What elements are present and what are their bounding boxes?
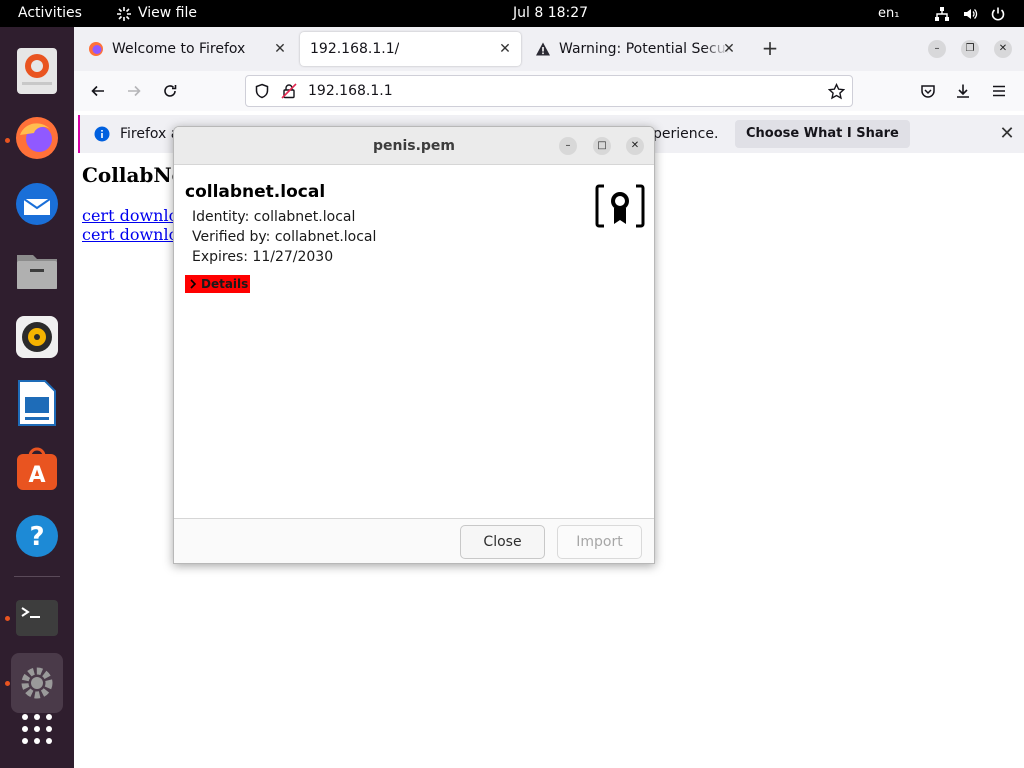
- cert-download-link[interactable]: cert downlo: [82, 206, 178, 225]
- tab-router[interactable]: 192.168.1.1/ ✕: [300, 32, 521, 66]
- hamburger-menu-icon: [993, 85, 1005, 97]
- details-label: Details: [201, 277, 249, 291]
- insecure-connection-icon[interactable]: [281, 83, 297, 99]
- network-icon[interactable]: [934, 5, 950, 21]
- certificate-icon: [595, 184, 645, 228]
- power-icon[interactable]: [990, 5, 1006, 21]
- certificate-verified-by: Verified by: collabnet.local: [192, 229, 377, 245]
- terminal-icon[interactable]: [11, 592, 63, 644]
- libreoffice-writer-icon[interactable]: [11, 377, 63, 429]
- choose-what-i-share-button[interactable]: Choose What I Share: [735, 120, 910, 148]
- forward-arrow-icon: [128, 85, 141, 97]
- details-expander[interactable]: Details: [185, 275, 251, 293]
- navigation-toolbar: 192.168.1.1: [74, 71, 1024, 111]
- page-heading: CollabNe: [82, 163, 185, 187]
- svg-text:A: A: [28, 463, 45, 488]
- address-bar[interactable]: 192.168.1.1: [245, 75, 853, 107]
- running-indicator: [5, 138, 10, 143]
- back-button[interactable]: [88, 81, 108, 101]
- tab-label: Warning: Potential Securi: [559, 41, 729, 57]
- app-menu-button[interactable]: [989, 81, 1009, 101]
- tab-security-warning[interactable]: Warning: Potential Securi ✕: [525, 32, 745, 66]
- import-button[interactable]: Import: [557, 525, 642, 559]
- dialog-title: penis.pem: [372, 138, 456, 154]
- dock-separator: [14, 576, 60, 577]
- url-text: 192.168.1.1: [308, 83, 393, 99]
- notification-text-start: Firefox a: [120, 126, 180, 142]
- bookmark-star-icon[interactable]: [828, 83, 845, 100]
- back-arrow-icon: [91, 85, 104, 97]
- firefox-icon[interactable]: [11, 112, 63, 164]
- certificate-identity: Identity: collabnet.local: [192, 209, 356, 225]
- software-updater-icon[interactable]: [11, 45, 63, 97]
- close-tab-icon[interactable]: ✕: [497, 41, 513, 57]
- close-button[interactable]: Close: [460, 525, 545, 559]
- close-tab-icon[interactable]: ✕: [721, 41, 737, 57]
- chevron-right-icon: [190, 279, 197, 289]
- thunderbird-icon[interactable]: [11, 178, 63, 230]
- certificate-viewer-dialog: penis.pem – □ ✕ collabnet.local Identity…: [173, 126, 655, 564]
- clock[interactable]: Jul 8 18:27: [513, 0, 588, 27]
- new-tab-button[interactable]: +: [760, 38, 780, 58]
- minimize-dialog-icon[interactable]: –: [559, 137, 577, 155]
- dock: A ?: [0, 27, 74, 768]
- dialog-footer: Close Import: [174, 518, 654, 563]
- input-language-indicator[interactable]: en₁: [878, 0, 899, 27]
- svg-text:?: ?: [29, 522, 44, 552]
- download-icon: [957, 84, 969, 98]
- firefox-tab-icon: [89, 42, 103, 56]
- certificate-expires: Expires: 11/27/2030: [192, 249, 334, 265]
- downloads-button[interactable]: [953, 81, 973, 101]
- pocket-icon: [921, 85, 935, 98]
- minimize-window-icon[interactable]: –: [928, 40, 946, 58]
- tab-label: 192.168.1.1/: [310, 41, 400, 57]
- top-bar: Activities View file Jul 8 18:27 en₁: [0, 0, 1024, 27]
- notification-text-end: perience.: [653, 126, 719, 142]
- running-indicator: [5, 616, 10, 621]
- volume-icon[interactable]: [962, 5, 978, 21]
- restore-window-icon[interactable]: ❐: [961, 40, 979, 58]
- activities-button[interactable]: Activities: [18, 0, 82, 27]
- close-window-icon[interactable]: ✕: [994, 40, 1012, 58]
- rhythmbox-icon[interactable]: [11, 311, 63, 363]
- tab-welcome[interactable]: Welcome to Firefox ✕: [78, 32, 296, 66]
- reload-button[interactable]: [160, 81, 180, 101]
- help-icon[interactable]: ?: [11, 510, 63, 562]
- reload-icon: [164, 85, 177, 97]
- info-icon: [94, 126, 110, 142]
- close-dialog-icon[interactable]: ✕: [626, 137, 644, 155]
- show-apps-icon[interactable]: [11, 703, 63, 755]
- maximize-dialog-icon[interactable]: □: [593, 137, 611, 155]
- tab-label: Welcome to Firefox: [112, 41, 246, 57]
- view-file-icon: [117, 6, 131, 21]
- close-tab-icon[interactable]: ✕: [272, 41, 288, 57]
- warning-icon: [536, 42, 550, 56]
- forward-button[interactable]: [124, 81, 144, 101]
- tab-strip: Welcome to Firefox ✕ 192.168.1.1/ ✕ Warn…: [74, 27, 1024, 71]
- close-notification-icon[interactable]: ✕: [997, 124, 1017, 144]
- app-menu-label: View file: [138, 5, 197, 21]
- app-center-icon[interactable]: A: [11, 443, 63, 495]
- dialog-header: penis.pem – □ ✕: [174, 127, 654, 165]
- tracking-protection-shield-icon[interactable]: [254, 83, 270, 99]
- app-menu[interactable]: View file: [116, 0, 197, 27]
- certificate-name: collabnet.local: [185, 182, 326, 202]
- files-icon[interactable]: [11, 244, 63, 296]
- pocket-button[interactable]: [918, 81, 938, 101]
- cert-download-link[interactable]: cert downlo: [82, 225, 178, 244]
- running-indicator: [5, 681, 10, 686]
